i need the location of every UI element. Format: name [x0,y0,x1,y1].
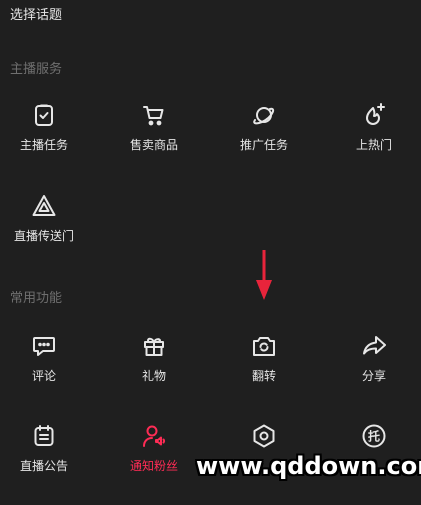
tile-label: 售卖商品 [129,138,178,152]
announcement-icon [34,425,54,446]
tile-label: 分享 [361,369,386,383]
tile-sell-goods[interactable]: 售卖商品 [111,102,197,153]
tile-live-announcement[interactable]: 直播公告 [1,423,87,474]
live-settings-panel: 选择话题 主播服务 主播任务 售卖商品 推广任务 上热门 直播传送门 常用功能 … [0,0,421,505]
tile-label: 上热门 [355,138,392,152]
share-arrow-icon [363,336,386,355]
flame-plus-icon [366,103,385,125]
tile-go-trending[interactable]: 上热门 [331,102,417,153]
tile-label: 评论 [31,369,56,383]
tile-label: 直播传送门 [13,229,74,243]
tile-comment[interactable]: 评论 [1,333,87,384]
section-title-host-services: 主播服务 [10,62,63,77]
tile-label: 直播公告 [19,459,68,473]
tile-label: 礼物 [141,369,166,383]
triangle-portal-icon [32,195,56,216]
tile-label: 翻转 [251,369,276,383]
comment-icon [33,337,55,356]
select-topic-item[interactable]: 选择话题 [10,4,62,23]
notify-fans-icon [143,425,166,447]
tile-host-task[interactable]: 主播任务 [1,102,87,153]
tile-gift[interactable]: 礼物 [111,333,197,384]
red-down-arrow-annotation [256,250,272,300]
site-watermark: www.qddown.com [196,452,421,480]
gift-icon [144,337,164,356]
tuo-icon: 托 [362,424,386,448]
planet-icon [253,107,275,125]
camera-flip-icon [253,337,275,356]
settings-hexagon-icon [253,424,275,448]
task-clipboard-icon [35,104,53,126]
tile-flip-camera[interactable]: 翻转 [221,333,307,384]
tile-label: 推广任务 [239,138,288,152]
svg-text:托: 托 [368,429,380,444]
tile-label: 主播任务 [19,138,68,152]
tile-promo-task[interactable]: 推广任务 [221,102,307,153]
tile-label: 通知粉丝 [129,459,178,473]
tile-notify-fans[interactable]: 通知粉丝 [111,423,197,474]
shopping-cart-icon [143,106,164,126]
tile-live-portal[interactable]: 直播传送门 [1,193,87,244]
tile-share[interactable]: 分享 [331,333,417,384]
section-title-common-functions: 常用功能 [10,291,63,306]
